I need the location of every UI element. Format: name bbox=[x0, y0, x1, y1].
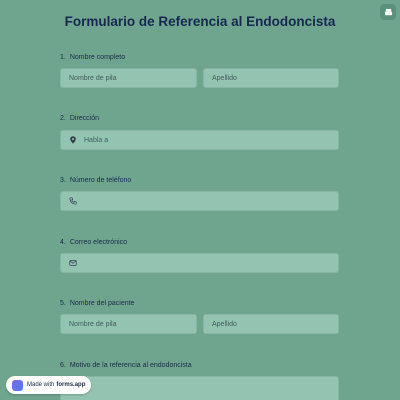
patient-first-name-input[interactable]: Nombre de pila bbox=[60, 314, 197, 334]
print-button[interactable] bbox=[380, 4, 396, 20]
last-name-input[interactable]: Apellido bbox=[203, 68, 339, 88]
question-label-phone: 3. Número de teléfono bbox=[60, 177, 132, 184]
question-label-referral-reason: 6. Motivo de la referencia al endodoncist… bbox=[60, 362, 192, 369]
mail-icon bbox=[69, 258, 79, 268]
question-label-patient-name: 5. Nombre del paciente bbox=[60, 300, 135, 307]
badge-brand: forms.app bbox=[56, 382, 86, 388]
phone-input[interactable] bbox=[60, 191, 339, 211]
question-label-email: 4. Correo electrónico bbox=[60, 239, 128, 246]
address-input[interactable]: Habla a bbox=[60, 130, 339, 150]
phone-icon bbox=[69, 196, 79, 206]
badge-prefix: Made with bbox=[27, 382, 55, 388]
first-name-input[interactable]: Nombre de pila bbox=[60, 68, 197, 88]
question-label-full-name: 1. Nombre completo bbox=[60, 54, 126, 61]
question-label-address: 2. Dirección bbox=[60, 115, 100, 122]
location-pin-icon bbox=[69, 135, 79, 145]
referral-reason-input[interactable] bbox=[60, 376, 339, 400]
form-title: Formulario de Referencia al Endodoncista bbox=[64, 14, 336, 29]
forms-app-logo-icon bbox=[12, 379, 23, 391]
form-page: Formulario de Referencia al Endodoncista… bbox=[0, 0, 400, 400]
made-with-badge[interactable]: Made with forms.app bbox=[6, 376, 92, 394]
patient-last-name-input[interactable]: Apellido bbox=[203, 314, 339, 334]
print-icon bbox=[384, 8, 392, 15]
email-input[interactable] bbox=[60, 253, 339, 273]
